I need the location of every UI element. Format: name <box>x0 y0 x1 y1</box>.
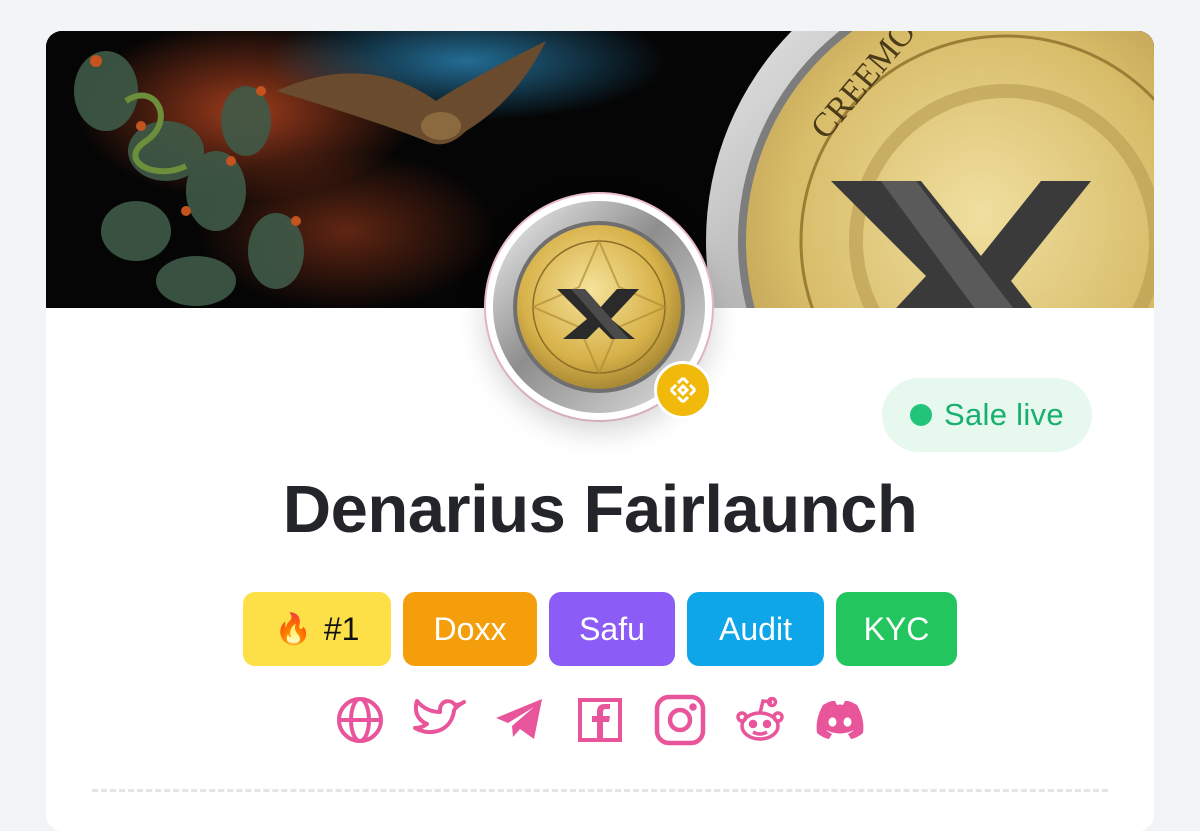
status-badge: Sale live <box>882 378 1092 452</box>
badge-kyc-label: KYC <box>863 610 930 647</box>
instagram-icon[interactable] <box>651 691 709 749</box>
badge-row: 🔥 #1 Doxx Safu Audit KYC <box>46 592 1154 666</box>
discord-icon[interactable] <box>811 691 869 749</box>
badge-kyc[interactable]: KYC <box>836 592 957 666</box>
badge-rank-label: #1 <box>323 610 360 647</box>
divider <box>92 789 1108 792</box>
status-dot-icon <box>910 404 932 426</box>
badge-audit[interactable]: Audit <box>687 592 824 666</box>
project-card: CREEMOS, DEIDAD <box>46 31 1154 831</box>
badge-audit-label: Audit <box>719 610 792 647</box>
badge-rank[interactable]: 🔥 #1 <box>243 592 391 666</box>
telegram-icon[interactable] <box>491 691 549 749</box>
badge-doxx[interactable]: Doxx <box>403 592 537 666</box>
social-links <box>46 691 1154 749</box>
badge-safu-label: Safu <box>579 610 645 647</box>
badge-safu[interactable]: Safu <box>549 592 675 666</box>
project-title: Denarius Fairlaunch <box>282 472 918 547</box>
globe-icon[interactable] <box>331 691 389 749</box>
binance-chain-icon <box>654 361 712 419</box>
facebook-icon[interactable] <box>571 691 629 749</box>
twitter-icon[interactable] <box>411 691 469 749</box>
reddit-icon[interactable] <box>731 691 789 749</box>
fire-emoji: 🔥 <box>274 612 312 646</box>
status-text: Sale live <box>944 397 1064 432</box>
badge-doxx-label: Doxx <box>433 610 507 647</box>
